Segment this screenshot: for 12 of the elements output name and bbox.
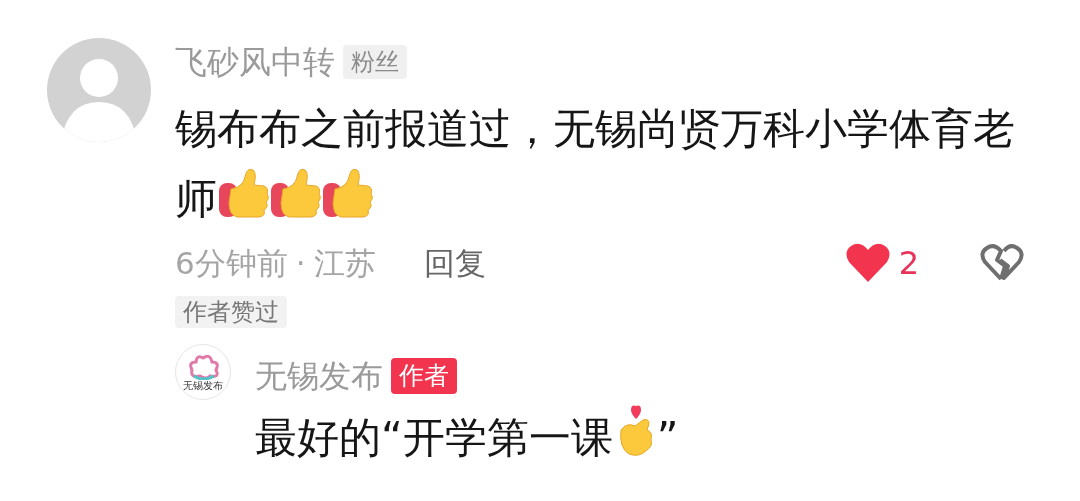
like-count: 2 xyxy=(898,243,919,284)
reply-link[interactable]: 回复 xyxy=(423,238,486,288)
comment-text: 锡布布之前报道过，无锡尚贤万科小学体育老师 xyxy=(175,103,1016,225)
logo-caption: 无锡发布 xyxy=(183,379,223,391)
location-text: 江苏 xyxy=(313,244,376,283)
author-liked-tag: 作者赞过 xyxy=(175,296,287,328)
reply-text: 最好的“开学第一课 ” xyxy=(255,400,679,473)
reply-avatar-logo[interactable]: 无锡发布 xyxy=(175,344,231,400)
fan-tag: 粉丝 xyxy=(343,45,407,79)
separator-dot: · xyxy=(295,244,306,283)
timestamp: 6分钟前 xyxy=(175,244,288,283)
author-tag: 作者 xyxy=(391,358,457,394)
